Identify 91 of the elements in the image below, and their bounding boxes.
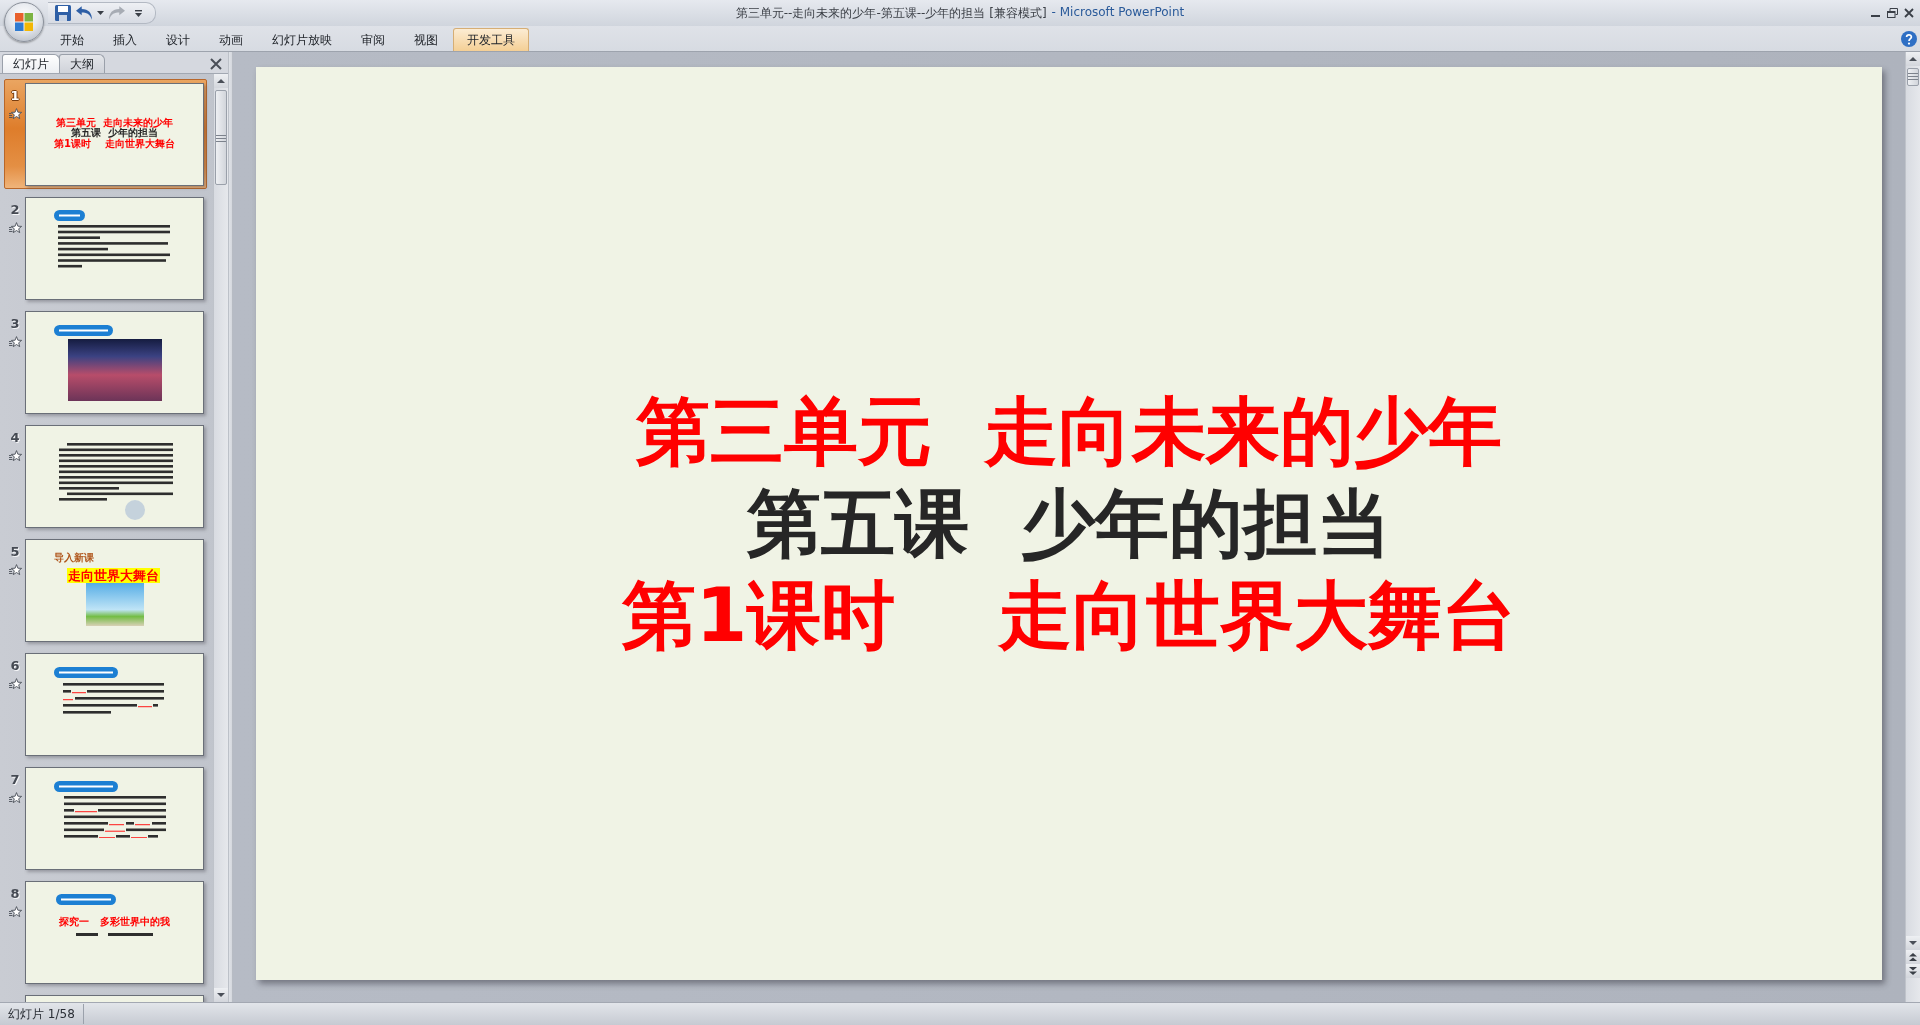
slide-number: 8 [10,887,20,901]
star-icon [8,450,22,462]
star-icon [8,108,22,120]
scrollbar-thumb[interactable] [1907,68,1919,86]
slide-number: 3 [10,317,20,331]
slide-title-text: 第1课时 走向世界大舞台 [621,570,1517,660]
heading-pill-drawing [54,667,118,678]
close-icon [210,58,222,70]
scrollbar-thumb[interactable] [215,90,227,185]
scroll-up-button[interactable] [214,74,228,88]
ribbon-tab[interactable]: 审阅 [347,28,399,51]
scroll-down-button[interactable] [1906,936,1920,950]
heading-pill-drawing [54,325,113,336]
thumbnail-heading: 探究一 多彩世界中的我 [59,916,170,928]
thumbnail-title-text: 第五课 少年的担当 [71,128,158,139]
double-up-arrow-icon [1909,953,1917,961]
panel-tab[interactable]: 幻灯片 [2,54,60,73]
slide-number: 5 [10,545,20,559]
app-name: - Microsoft PowerPoint [1051,4,1185,21]
scroll-down-button[interactable] [214,988,228,1002]
double-down-arrow-icon [1909,967,1917,975]
slide-number: 2 [10,203,20,217]
photo-placeholder [125,500,145,520]
caret-icon [134,9,142,17]
slide-indicator: 幻灯片 1/58 [7,1005,76,1023]
next-slide-button[interactable] [1906,964,1920,978]
help-icon [1901,31,1917,47]
slide-list-item[interactable]: 6 [4,649,207,759]
slide-list-item[interactable]: 1 第三单元 走向未来的少年 第五课 少年的担当 第1课时 走向世界大舞台 [4,79,207,189]
squares-icon [15,13,33,31]
save-button[interactable] [54,4,72,22]
slide-thumbnail[interactable] [25,311,204,414]
slide-thumbnail[interactable] [25,767,204,870]
undo-button[interactable] [75,4,93,22]
slide-thumbnail[interactable]: 第三单元 走向未来的少年 第五课 少年的担当 第1课时 走向世界大舞台 [25,83,204,186]
slide-thumbnail[interactable] [25,425,204,528]
star-icon [8,678,22,690]
document-title: 第三单元--走向未来的少年-第五课--少年的担当 [兼容模式] [735,4,1047,22]
minimize-icon [1870,15,1880,17]
slide-title-text: 第三单元 走向未来的少年 [636,386,1502,476]
down-arrow-icon [1909,941,1917,945]
star-icon [8,222,22,234]
slide-thumbnail[interactable] [25,197,204,300]
star-icon [8,564,22,576]
ribbon-tab[interactable]: 开发工具 [453,28,529,51]
slide-thumbnail[interactable]: 导入新课 走向世界大舞台 [25,539,204,642]
undo-icon [76,5,92,21]
redo-icon [109,5,125,21]
up-arrow-icon [217,79,225,83]
close-panel-button[interactable] [210,58,222,70]
slide-title-text: 第五课 少年的担当 [747,478,1391,568]
slide-list-item[interactable]: 4 [4,421,207,531]
slide-list-item[interactable]: 7 [4,763,207,873]
close-button[interactable] [1902,6,1916,20]
slide-list-item[interactable]: 8 探究一 多彩世界中的我 [4,877,207,987]
ribbon-tab[interactable]: 开始 [46,28,98,51]
ribbon-tab[interactable]: 幻灯片放映 [258,28,346,51]
caret-icon [97,11,104,15]
slide-number: 7 [10,773,20,787]
slide-list-item[interactable]: 5 导入新课 走向世界大舞台 [4,535,207,645]
photo-placeholder [86,583,144,626]
ribbon-tab[interactable]: 设计 [152,28,204,51]
restore-button[interactable] [1885,6,1899,20]
panel-tab[interactable]: 大纲 [59,54,105,73]
slide-list-item[interactable]: 3 [4,307,207,417]
thumbnail-title-text: 第1课时 走向世界大舞台 [54,138,175,150]
ribbon-tab[interactable]: 动画 [205,28,257,51]
close-icon [1904,8,1914,18]
slide-list-item[interactable]: 2 [4,193,207,303]
ribbon-tab[interactable]: 视图 [400,28,452,51]
help-button[interactable] [1901,31,1917,47]
star-icon [8,792,22,804]
up-arrow-icon [1909,57,1917,61]
previous-slide-button[interactable] [1906,950,1920,964]
heading-pill-drawing [54,781,118,792]
slide-thumbnail[interactable]: 探究一 多彩世界中的我 [25,881,204,984]
restore-icon [1886,8,1898,18]
slide-number: 1 [10,89,20,103]
slide-number: 6 [10,659,20,673]
slide-thumbnail[interactable] [25,653,204,756]
scroll-up-button[interactable] [1906,52,1920,66]
thumbnail-title-text: 第三单元 走向未来的少年 [56,117,173,128]
star-icon [8,906,22,918]
ribbon-tab[interactable]: 插入 [99,28,151,51]
heading-pill-drawing [54,210,85,221]
heading-pill-drawing [56,894,116,905]
thumbnail-banner: 走向世界大舞台 [67,568,160,583]
down-arrow-icon [217,993,225,997]
star-icon [8,336,22,348]
slide-number: 4 [10,431,20,445]
thumbnail-label: 导入新课 [54,552,94,564]
